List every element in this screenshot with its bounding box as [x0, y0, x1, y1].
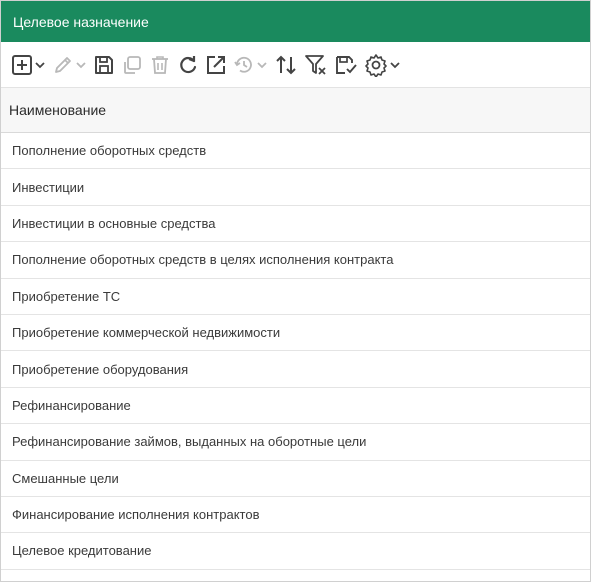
- edit-button[interactable]: [52, 50, 87, 80]
- table-row[interactable]: Приобретение ТС: [1, 279, 590, 315]
- save-settings-icon: [336, 55, 357, 74]
- table-row[interactable]: Финансирование исполнения контрактов: [1, 497, 590, 534]
- row-label: Приобретение ТС: [12, 288, 121, 304]
- row-label: Финансирование исполнения контрактов: [12, 507, 260, 523]
- table-row[interactable]: Целевое кредитование: [1, 533, 590, 570]
- table-row[interactable]: Рефинансирование: [1, 388, 590, 425]
- filter-clear-icon: [305, 54, 326, 75]
- clear-filter-button[interactable]: [304, 50, 328, 80]
- column-header-name[interactable]: Наименование: [1, 88, 590, 133]
- row-label: Рефинансирование займов, выданных на обо…: [12, 434, 367, 450]
- row-label: Приобретение коммерческой недвижимости: [12, 325, 281, 341]
- toolbar: [1, 42, 590, 88]
- history-icon: [234, 56, 252, 73]
- row-label: Целевое кредитование: [12, 543, 152, 559]
- refresh-icon: [180, 55, 197, 73]
- chevron-down-icon: [257, 61, 267, 68]
- panel-title-bar: Целевое назначение: [1, 1, 590, 42]
- panel-title: Целевое назначение: [13, 13, 149, 30]
- table-row[interactable]: Приобретение оборудования: [1, 351, 590, 388]
- save-button[interactable]: [93, 50, 115, 80]
- settings-button[interactable]: [364, 50, 401, 80]
- chevron-down-icon: [390, 61, 400, 68]
- save-icon: [95, 55, 113, 74]
- row-label: Инвестиции: [12, 179, 85, 195]
- table-row[interactable]: Пополнение оборотных средств в целях исп…: [1, 242, 590, 279]
- sort-button[interactable]: [274, 50, 298, 80]
- chevron-down-icon: [35, 61, 45, 68]
- table-row[interactable]: Инвестиции в основные средства: [1, 206, 590, 243]
- refresh-button[interactable]: [177, 50, 199, 80]
- settings-icon: [365, 53, 387, 77]
- table-row[interactable]: Приобретение коммерческой недвижимости: [1, 315, 590, 352]
- table-row[interactable]: Инвестиции: [1, 169, 590, 206]
- save-settings-button[interactable]: [334, 50, 358, 80]
- column-header-label: Наименование: [9, 102, 107, 118]
- row-label: Рефинансирование: [12, 397, 131, 413]
- row-label: Инвестиции в основные средства: [12, 215, 216, 231]
- edit-icon: [55, 56, 71, 73]
- open-external-icon: [207, 55, 225, 74]
- row-label: Пополнение оборотных средств: [12, 143, 207, 159]
- add-button[interactable]: [11, 50, 46, 80]
- delete-icon: [152, 55, 168, 74]
- table-body: Пополнение оборотных средств Инвестиции …: [1, 133, 590, 570]
- row-label: Приобретение оборудования: [12, 361, 189, 377]
- copy-icon: [124, 55, 141, 74]
- add-icon: [12, 54, 32, 75]
- row-label: Пополнение оборотных средств в целях исп…: [12, 252, 394, 268]
- chevron-down-icon: [76, 61, 86, 68]
- copy-button[interactable]: [121, 50, 143, 80]
- history-button[interactable]: [233, 50, 268, 80]
- delete-button[interactable]: [149, 50, 171, 80]
- sort-icon: [276, 55, 296, 74]
- table-row[interactable]: Пополнение оборотных средств: [1, 133, 590, 170]
- open-external-button[interactable]: [205, 50, 227, 80]
- row-label: Смешанные цели: [12, 470, 119, 486]
- table-row[interactable]: Рефинансирование займов, выданных на обо…: [1, 424, 590, 461]
- table-row[interactable]: Смешанные цели: [1, 461, 590, 497]
- target-purpose-panel: Целевое назначение Наименование Пополнен…: [0, 0, 591, 582]
